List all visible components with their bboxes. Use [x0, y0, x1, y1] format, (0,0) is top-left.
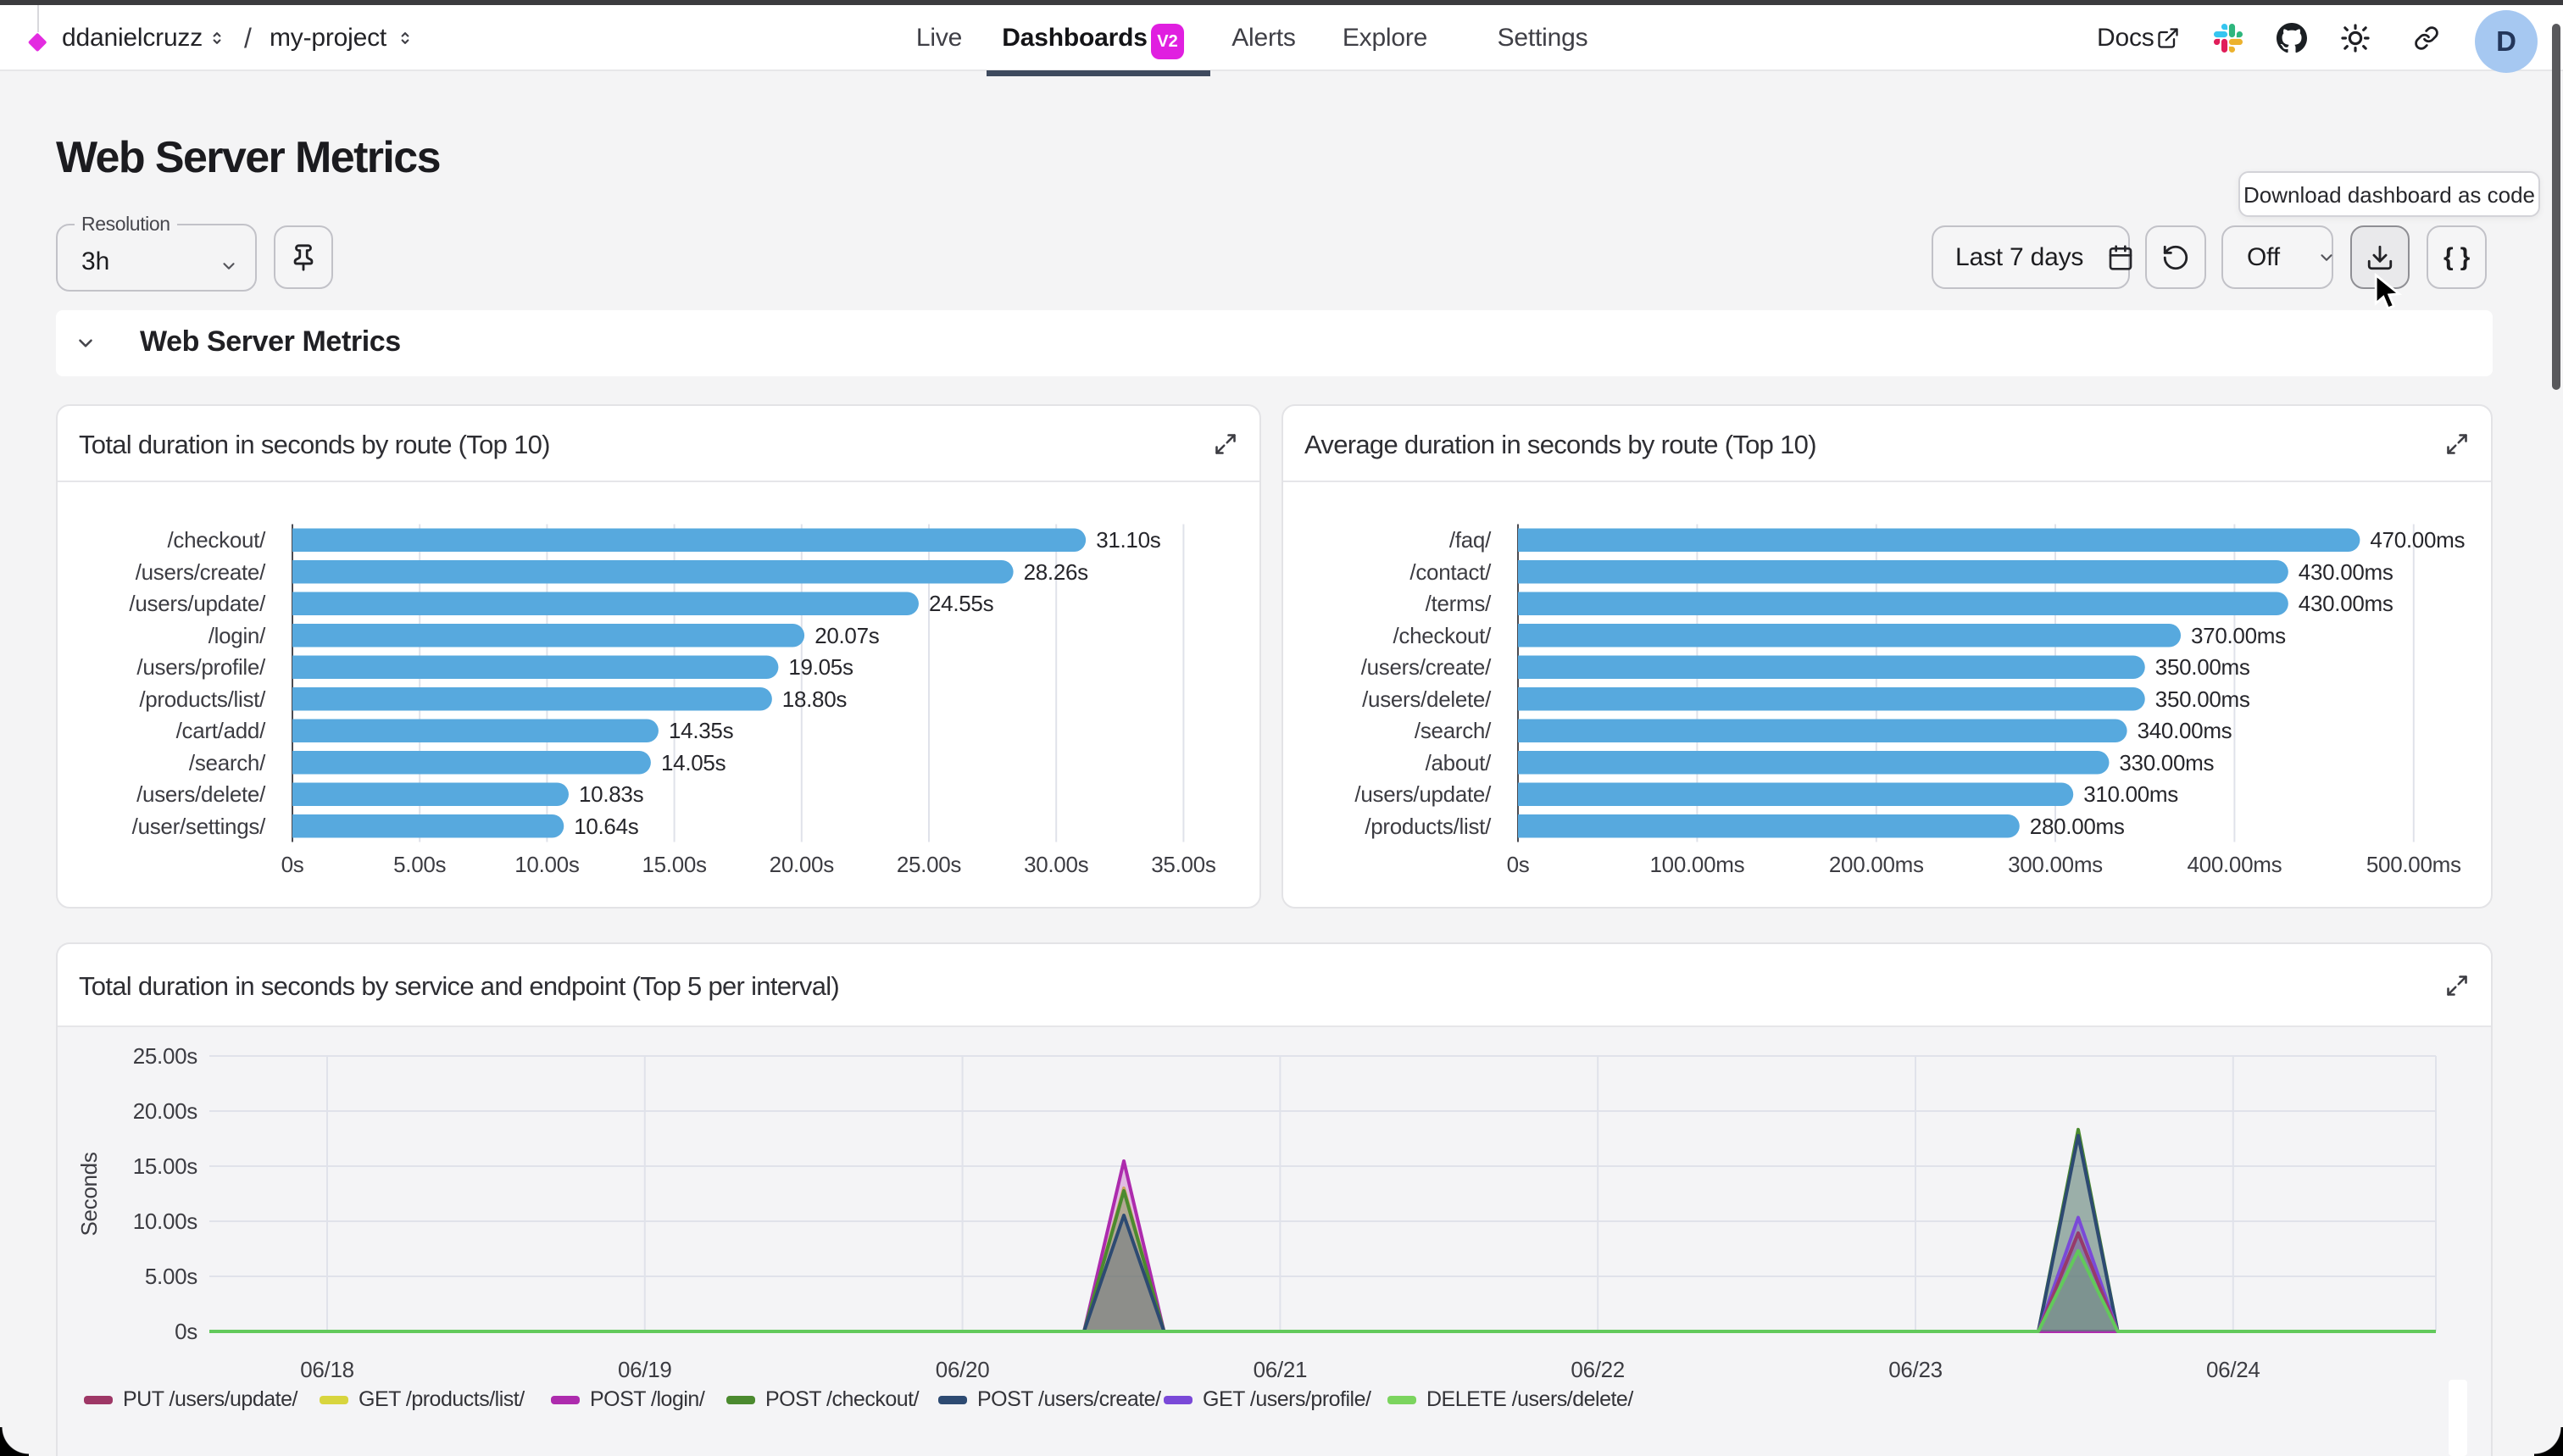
svg-text:200.00ms: 200.00ms: [1829, 852, 1924, 877]
svg-text:470.00ms: 470.00ms: [2370, 527, 2465, 553]
svg-text:0s: 0s: [281, 852, 304, 877]
svg-text:20.07s: 20.07s: [814, 623, 880, 648]
svg-text:30.00s: 30.00s: [1024, 852, 1089, 877]
svg-text:/login/: /login/: [208, 623, 266, 648]
svg-text:/users/delete/: /users/delete/: [136, 781, 266, 807]
svg-text:/users/create/: /users/create/: [136, 559, 266, 585]
svg-text:10.83s: 10.83s: [579, 781, 644, 807]
svg-text:14.05s: 14.05s: [661, 750, 726, 775]
svg-text:0s: 0s: [1507, 852, 1530, 877]
svg-text:19.05s: 19.05s: [788, 654, 853, 680]
svg-text:06/19: 06/19: [618, 1357, 672, 1382]
svg-text:/products/list/: /products/list/: [139, 686, 266, 712]
svg-text:350.00ms: 350.00ms: [2155, 654, 2250, 680]
svg-text:25.00s: 25.00s: [133, 1043, 198, 1069]
svg-text:370.00ms: 370.00ms: [2191, 623, 2286, 648]
svg-text:430.00ms: 430.00ms: [2299, 559, 2393, 585]
svg-text:/about/: /about/: [1426, 750, 1492, 775]
svg-text:20.00s: 20.00s: [770, 852, 835, 877]
svg-text:25.00s: 25.00s: [897, 852, 962, 877]
svg-text:15.00s: 15.00s: [642, 852, 707, 877]
svg-text:/user/settings/: /user/settings/: [132, 814, 266, 839]
svg-text:430.00ms: 430.00ms: [2299, 591, 2393, 616]
svg-text:20.00s: 20.00s: [133, 1098, 198, 1124]
svg-text:340.00ms: 340.00ms: [2138, 718, 2232, 743]
svg-text:18.80s: 18.80s: [782, 686, 848, 712]
svg-text:/users/update/: /users/update/: [129, 591, 266, 616]
svg-text:10.00s: 10.00s: [514, 852, 580, 877]
svg-text:06/24: 06/24: [2206, 1357, 2260, 1382]
svg-text:/checkout/: /checkout/: [1393, 623, 1492, 648]
svg-text:400.00ms: 400.00ms: [2188, 852, 2282, 877]
svg-text:/users/create/: /users/create/: [1361, 654, 1492, 680]
svg-text:/users/update/: /users/update/: [1354, 781, 1492, 807]
svg-text:06/22: 06/22: [1571, 1357, 1625, 1382]
svg-text:5.00s: 5.00s: [145, 1264, 197, 1289]
svg-text:28.26s: 28.26s: [1024, 559, 1089, 585]
svg-text:Seconds: Seconds: [76, 1152, 102, 1236]
svg-text:330.00ms: 330.00ms: [2119, 750, 2214, 775]
svg-text:/terms/: /terms/: [1426, 591, 1492, 616]
svg-text:10.00s: 10.00s: [133, 1209, 198, 1234]
svg-text:/cart/add/: /cart/add/: [176, 718, 266, 743]
svg-text:24.55s: 24.55s: [929, 591, 994, 616]
svg-text:500.00ms: 500.00ms: [2366, 852, 2461, 877]
svg-text:5.00s: 5.00s: [393, 852, 446, 877]
svg-text:/users/profile/: /users/profile/: [136, 654, 266, 680]
svg-text:/faq/: /faq/: [1449, 527, 1492, 553]
svg-text:280.00ms: 280.00ms: [2030, 814, 2125, 839]
svg-text:350.00ms: 350.00ms: [2155, 686, 2250, 712]
svg-text:06/21: 06/21: [1254, 1357, 1308, 1382]
svg-text:31.10s: 31.10s: [1096, 527, 1161, 553]
svg-text:310.00ms: 310.00ms: [2083, 781, 2178, 807]
svg-text:/search/: /search/: [1415, 718, 1492, 743]
svg-text:06/18: 06/18: [300, 1357, 354, 1382]
svg-text:35.00s: 35.00s: [1151, 852, 1216, 877]
svg-text:14.35s: 14.35s: [669, 718, 734, 743]
svg-text:100.00ms: 100.00ms: [1650, 852, 1745, 877]
svg-text:/users/delete/: /users/delete/: [1362, 686, 1492, 712]
svg-text:/products/list/: /products/list/: [1365, 814, 1492, 839]
svg-text:300.00ms: 300.00ms: [2008, 852, 2103, 877]
svg-text:06/20: 06/20: [936, 1357, 990, 1382]
svg-text:15.00s: 15.00s: [133, 1153, 198, 1179]
svg-text:10.64s: 10.64s: [574, 814, 639, 839]
svg-text:/checkout/: /checkout/: [167, 527, 266, 553]
svg-text:/contact/: /contact/: [1409, 559, 1492, 585]
svg-text:06/23: 06/23: [1888, 1357, 1943, 1382]
svg-text:0s: 0s: [175, 1319, 197, 1344]
svg-text:/search/: /search/: [189, 750, 266, 775]
